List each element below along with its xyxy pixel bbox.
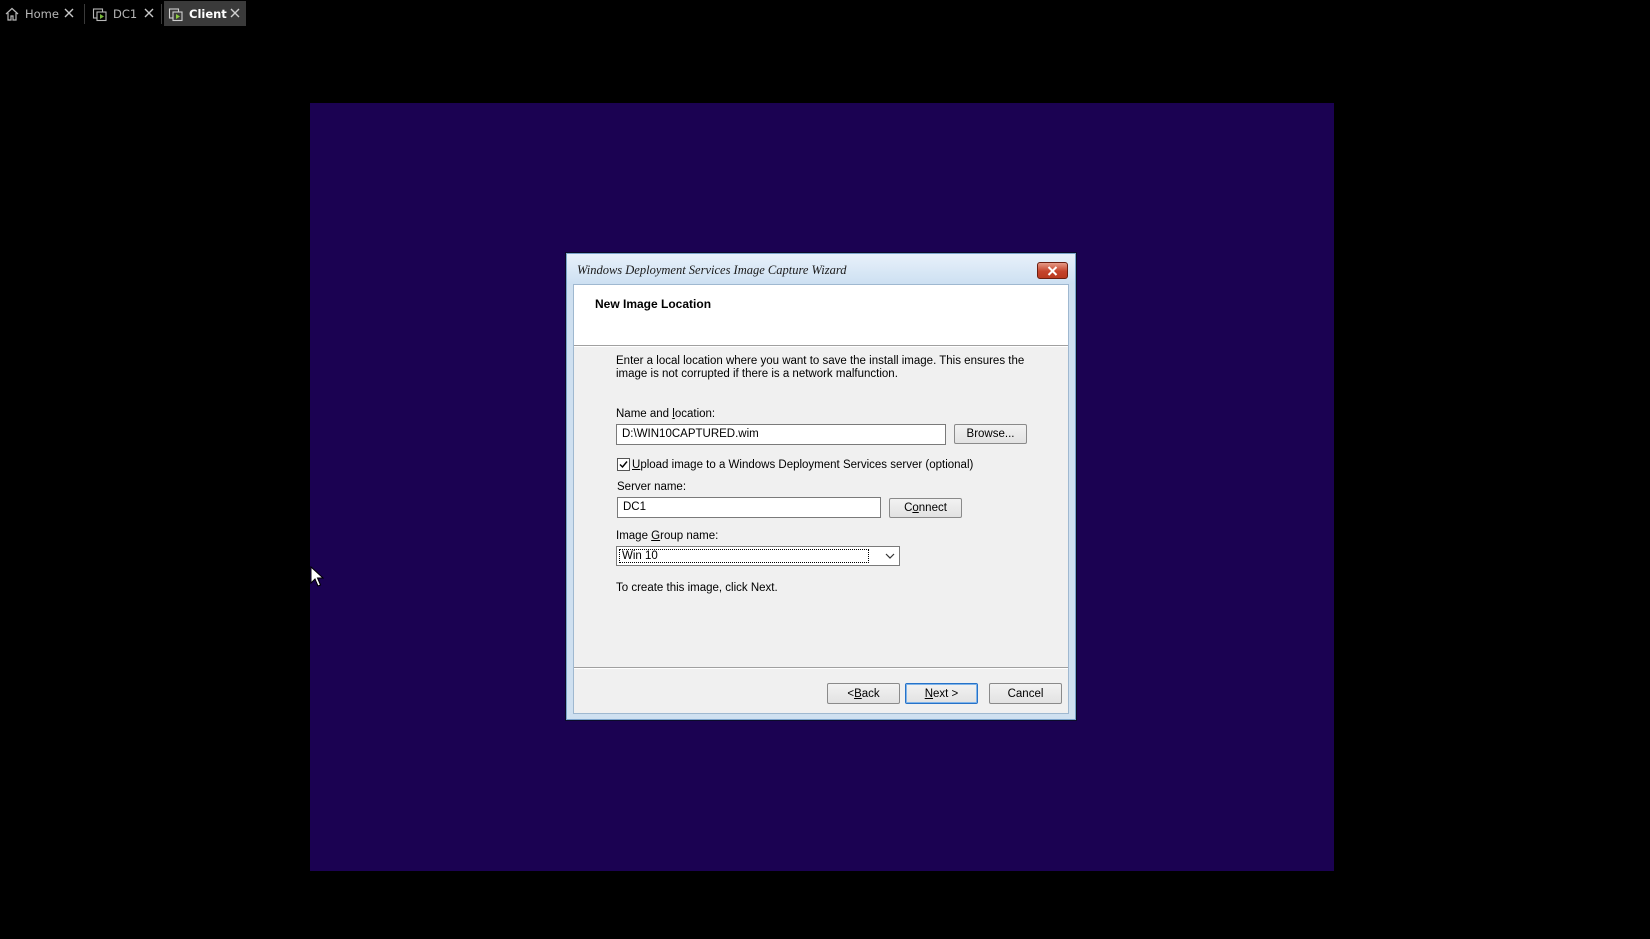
tab-divider <box>84 4 85 24</box>
server-name-input[interactable]: DC1 <box>617 497 881 518</box>
back-button[interactable]: < Back <box>827 683 900 704</box>
close-icon <box>1047 265 1058 276</box>
capture-wizard-dialog: Windows Deployment Services Image Captur… <box>566 253 1076 720</box>
dialog-close-button[interactable] <box>1037 262 1068 279</box>
checkmark-icon <box>619 461 628 469</box>
tab-divider <box>161 4 162 24</box>
close-icon[interactable] <box>142 6 156 20</box>
image-group-selected-value: Win 10 <box>619 549 869 563</box>
vm-running-icon <box>168 7 183 21</box>
tab-dc1-label: DC1 <box>113 6 138 21</box>
close-icon[interactable] <box>62 6 76 20</box>
server-name-label: Server name: <box>617 481 687 493</box>
image-group-select[interactable]: Win 10 <box>616 546 900 566</box>
footer-divider-highlight <box>574 668 1068 669</box>
wizard-header: New Image Location <box>574 285 1068 345</box>
image-group-label: Image Group name: <box>616 530 719 542</box>
description-line-1: Enter a local location where you want to… <box>616 355 1025 367</box>
connect-button[interactable]: Co nnect <box>889 498 962 518</box>
header-divider-highlight <box>574 346 1068 347</box>
tab-home[interactable]: Home <box>0 1 80 26</box>
next-button[interactable]: Next > <box>905 683 978 704</box>
upload-checkbox[interactable] <box>617 458 630 471</box>
name-location-input[interactable]: D:\WIN10CAPTURED.wim <box>616 424 946 445</box>
description-line-2: image is not corrupted if there is a net… <box>616 368 898 380</box>
dialog-client-area: New Image Location Enter a local locatio… <box>573 284 1069 714</box>
mouse-cursor-icon <box>310 566 324 587</box>
upload-checkbox-label[interactable]: Upload image to a Windows Deployment Ser… <box>632 459 973 472</box>
instruction-text: To create this image, click Next. <box>616 582 778 594</box>
chevron-down-icon[interactable] <box>881 547 899 565</box>
vm-icon <box>92 7 107 21</box>
tab-client[interactable]: Client <box>164 1 246 26</box>
tab-dc1[interactable]: DC1 <box>88 1 160 26</box>
dialog-title: Windows Deployment Services Image Captur… <box>577 263 847 277</box>
close-icon[interactable] <box>228 6 242 20</box>
cancel-button[interactable]: Cancel <box>989 683 1062 704</box>
tab-home-label: Home <box>25 6 59 21</box>
tab-client-label: Client <box>189 6 227 21</box>
home-icon <box>5 7 19 21</box>
browse-button[interactable]: Browse... <box>954 424 1027 444</box>
host-tab-bar: Home DC1 Client <box>0 0 1650 28</box>
page-title: New Image Location <box>595 297 712 311</box>
dialog-titlebar[interactable]: Windows Deployment Services Image Captur… <box>567 254 1075 284</box>
name-location-label: Name and location: <box>616 408 716 420</box>
